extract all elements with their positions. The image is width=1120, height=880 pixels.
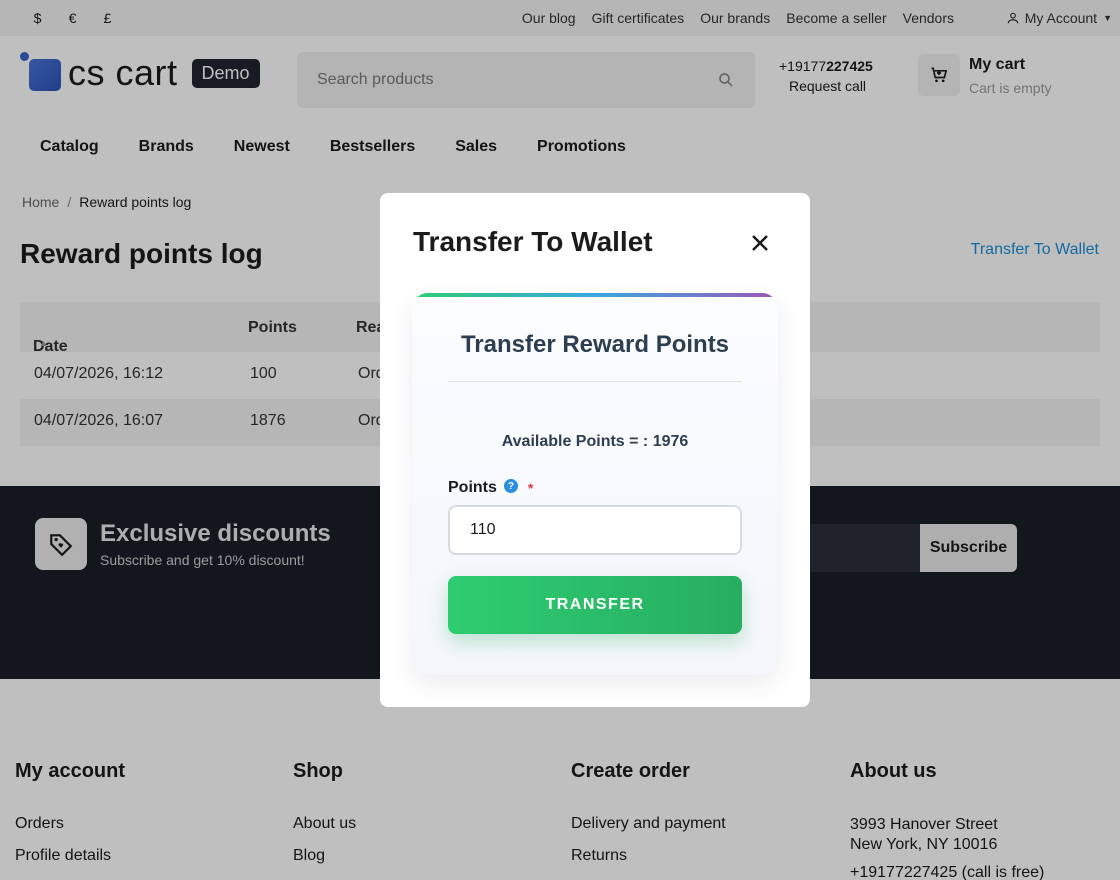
points-input[interactable] — [448, 505, 742, 555]
available-points: Available Points = : 1976 — [501, 433, 689, 450]
card-title: Transfer Reward Points — [460, 331, 730, 358]
close-icon[interactable] — [748, 231, 772, 255]
transfer-card: Transfer Reward Points Available Points … — [412, 293, 778, 675]
transfer-button[interactable]: TRANSFER — [448, 576, 742, 634]
required-mark: * — [527, 480, 534, 496]
help-icon[interactable]: ? — [503, 479, 518, 493]
transfer-wallet-dialog: Transfer To Wallet Transfer Reward Point… — [380, 193, 810, 707]
points-label: Points — [448, 479, 497, 496]
dialog-title: Transfer To Wallet — [413, 226, 653, 257]
card-divider — [448, 381, 742, 382]
points-label-row: Points ? * — [448, 479, 533, 497]
card-accent-bar — [412, 293, 778, 297]
